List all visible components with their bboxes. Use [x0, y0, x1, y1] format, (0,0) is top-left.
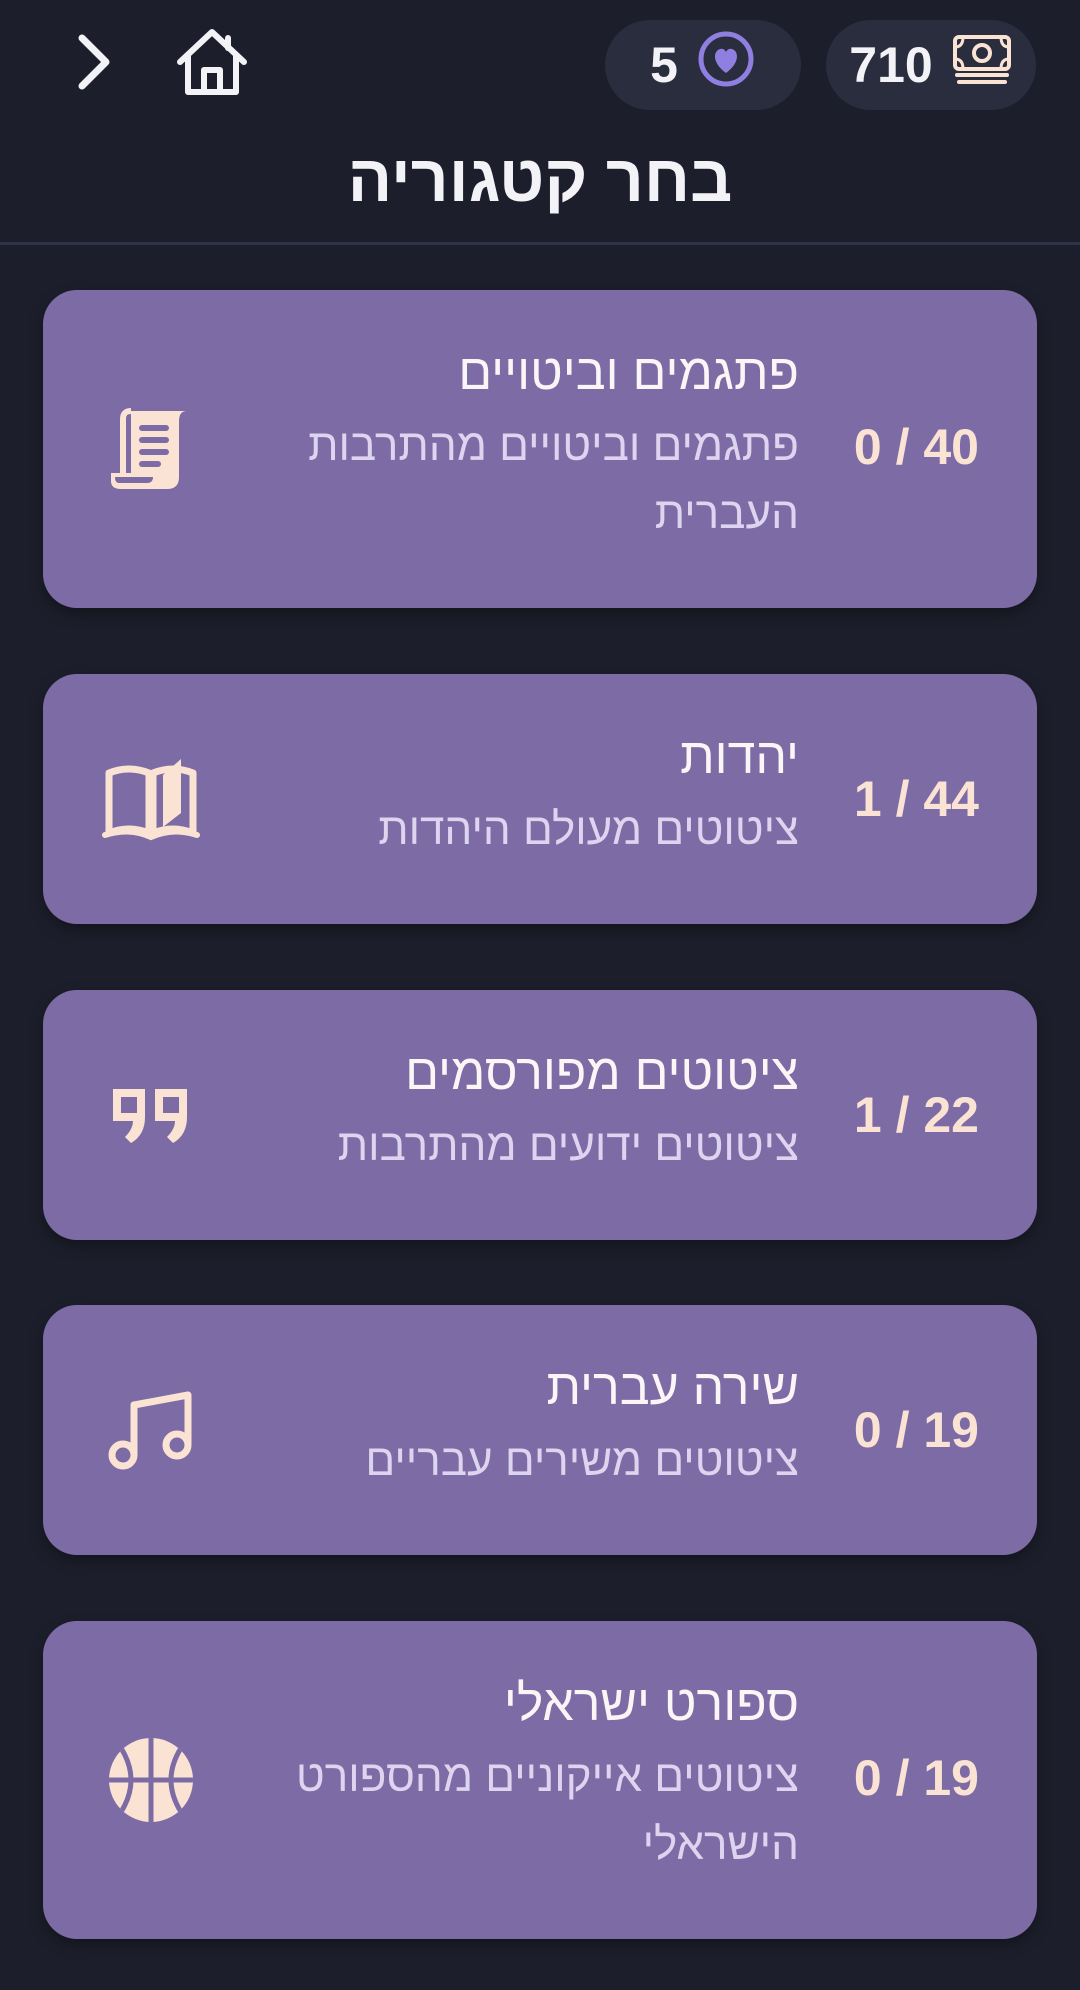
- coins-counter[interactable]: 710: [826, 20, 1036, 110]
- heart-icon: [696, 29, 756, 101]
- category-title: ציטוטים מפורסמים: [405, 1044, 799, 1100]
- category-text: פתגמים וביטויים פתגמים וביטויים מהתרבות …: [239, 342, 799, 548]
- category-text: שירה עברית ציטוטים משירים עבריים: [239, 1357, 799, 1495]
- quote-icon: [101, 1065, 201, 1165]
- home-button[interactable]: [170, 22, 254, 106]
- lives-count: 5: [650, 37, 678, 93]
- category-progress: 0 / 40: [853, 419, 979, 475]
- category-card-famous-quotes[interactable]: 1 / 22 ציטוטים מפורסמים ציטוטים ידועים מ…: [43, 990, 1037, 1240]
- open-book-icon: [101, 749, 201, 849]
- category-card-proverbs[interactable]: 0 / 40 פתגמים וביטויים פתגמים וביטויים מ…: [43, 290, 1037, 608]
- lives-counter[interactable]: 5: [605, 20, 801, 110]
- category-text: ציטוטים מפורסמים ציטוטים ידועים מהתרבות: [239, 1042, 799, 1180]
- category-progress: 0 / 19: [853, 1750, 979, 1806]
- category-card-hebrew-poetry[interactable]: 0 / 19 שירה עברית ציטוטים משירים עבריים: [43, 1305, 1037, 1555]
- basketball-icon: [101, 1730, 201, 1830]
- category-text: יהדות ציטוטים מעולם היהדות: [239, 726, 799, 864]
- chevron-right-icon: [72, 30, 116, 99]
- category-card-judaism[interactable]: 1 / 44 יהדות ציטוטים מעולם היהדות: [43, 674, 1037, 924]
- category-text: ספורט ישראלי ציטוטים אייקוניים מהספורט ה…: [239, 1673, 799, 1879]
- category-progress: 0 / 19: [853, 1402, 979, 1458]
- category-progress: 1 / 22: [853, 1087, 979, 1143]
- category-description: ציטוטים משירים עבריים: [365, 1436, 799, 1485]
- category-title: שירה עברית: [546, 1359, 799, 1415]
- home-icon: [174, 26, 250, 103]
- back-button[interactable]: [52, 22, 136, 106]
- category-description: ציטוטים ידועים מהתרבות: [337, 1121, 799, 1170]
- category-title: יהדות: [680, 728, 799, 784]
- category-description: ציטוטים מעולם היהדות: [378, 805, 799, 854]
- category-title: ספורט ישראלי: [503, 1675, 799, 1731]
- cash-icon: [951, 33, 1013, 97]
- music-note-icon: [101, 1380, 201, 1480]
- category-description: ציטוטים אייקוניים מהספורט הישראלי: [296, 1752, 799, 1869]
- category-card-israeli-sport[interactable]: 0 / 19 ספורט ישראלי ציטוטים אייקוניים מה…: [43, 1621, 1037, 1939]
- scroll-icon: [101, 399, 201, 499]
- coins-count: 710: [849, 37, 933, 93]
- top-bar: 5 710: [0, 0, 1080, 130]
- category-progress: 1 / 44: [853, 771, 979, 827]
- header-divider: [0, 242, 1080, 245]
- page-title: בחר קטגוריה: [347, 141, 733, 215]
- category-title: פתגמים וביטויים: [458, 344, 799, 400]
- category-description: פתגמים וביטויים מהתרבות העברית: [308, 421, 799, 538]
